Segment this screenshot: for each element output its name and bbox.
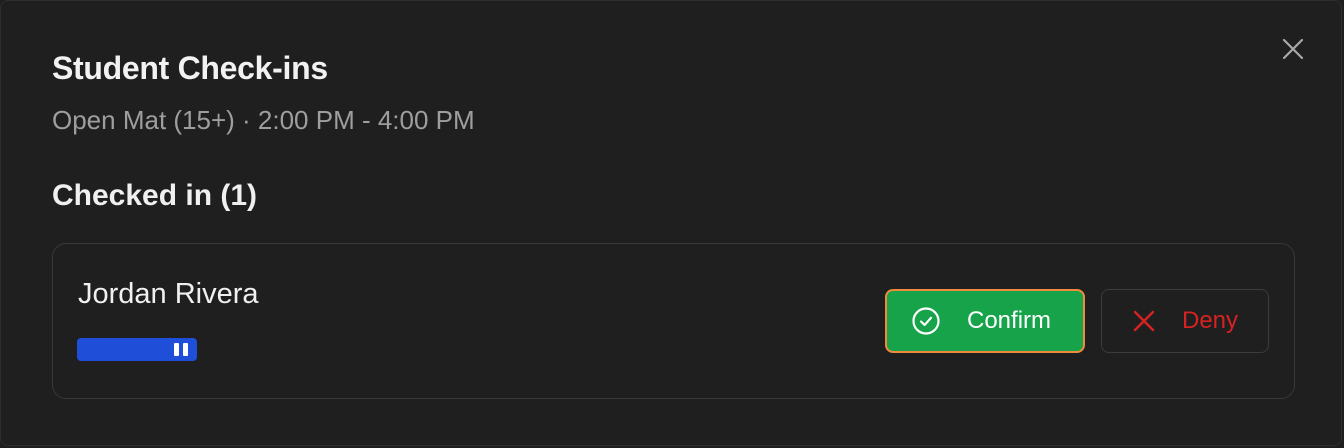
check-circle-icon: [911, 306, 941, 336]
close-button[interactable]: [1277, 33, 1309, 65]
checked-in-heading: Checked in (1): [52, 179, 258, 212]
belt-rank-badge: [77, 338, 197, 361]
confirm-button[interactable]: Confirm: [885, 289, 1085, 353]
check-ins-dialog: Student Check-ins Open Mat (15+) · 2:00 …: [0, 0, 1342, 446]
deny-button[interactable]: Deny: [1101, 289, 1269, 353]
x-icon: [1132, 309, 1156, 333]
belt-stripe: [174, 343, 179, 356]
deny-label: Deny: [1182, 307, 1239, 334]
dialog-title: Student Check-ins: [52, 50, 328, 86]
close-icon: [1282, 38, 1304, 60]
belt-stripe: [183, 343, 188, 356]
confirm-label: Confirm: [967, 307, 1052, 334]
dialog-subtitle: Open Mat (15+) · 2:00 PM - 4:00 PM: [52, 105, 475, 135]
student-name: Jordan Rivera: [78, 278, 259, 310]
student-card: Jordan Rivera Confirm Deny: [52, 243, 1295, 399]
